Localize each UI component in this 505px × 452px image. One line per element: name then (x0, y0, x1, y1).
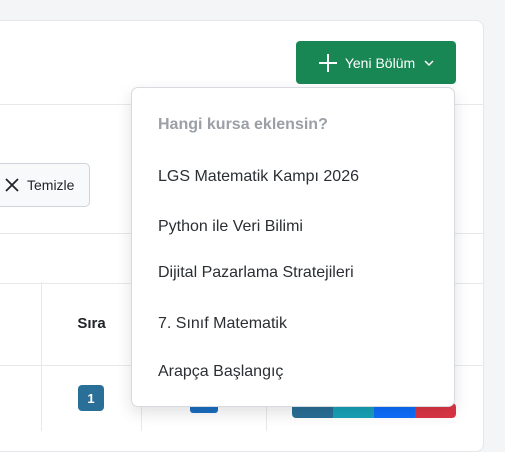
plus-icon (317, 52, 339, 74)
dropdown-item-course[interactable]: Dijital Pazarlama Stratejileri (158, 264, 354, 282)
dropdown-item-course[interactable]: Python ile Veri Bilimi (158, 218, 303, 236)
close-icon (5, 178, 19, 192)
dropdown-item-course[interactable]: Arapça Başlangıç (158, 363, 283, 381)
dropdown-header: Hangi kursa eklensin? (158, 116, 328, 133)
dropdown-item-course[interactable]: 7. Sınıf Matematik (158, 315, 287, 333)
course-dropdown-menu: Hangi kursa eklensin? LGS Matematik Kamp… (131, 87, 455, 407)
new-section-label: Yeni Bölüm (344, 54, 416, 71)
dropdown-item-course[interactable]: LGS Matematik Kampı 2026 (158, 168, 359, 186)
chevron-down-icon (423, 57, 435, 69)
column-header-order[interactable]: Sıra (42, 282, 141, 364)
clear-filters-button[interactable]: Temizle (0, 163, 90, 207)
order-badge: 1 (78, 385, 104, 411)
new-section-button[interactable]: Yeni Bölüm (296, 41, 456, 84)
clear-filters-label: Temizle (27, 177, 75, 193)
